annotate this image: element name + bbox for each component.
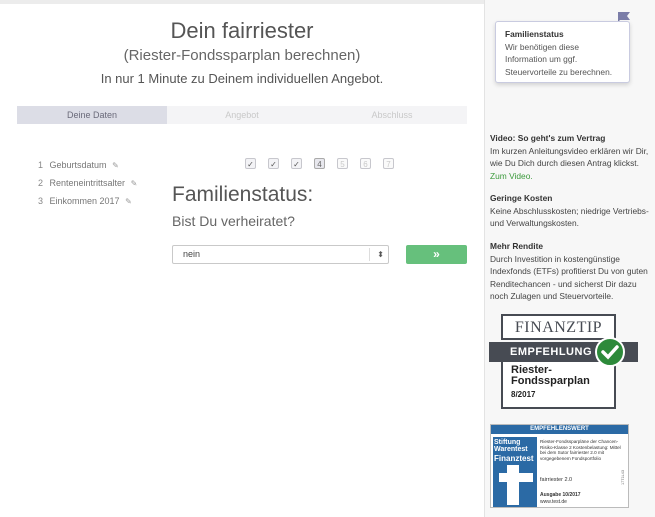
select-divider [369, 248, 370, 261]
step-indicators: ✓ ✓ ✓ 4 5 6 7 [245, 158, 406, 169]
logo-line2: Warentest [494, 446, 528, 453]
double-chevron-right-icon: » [433, 247, 440, 261]
warentest-url: www.test.de [540, 499, 567, 505]
tooltip-text: Wir benötigen diese Information um ggf. … [505, 41, 613, 77]
warentest-product: fairriester 2.0 [540, 477, 573, 483]
warentest-header: EMPFEHLENSWERT [491, 425, 628, 434]
pencil-icon[interactable]: ✎ [131, 179, 138, 188]
step-indicator-3: ✓ [291, 158, 302, 169]
return-section: Mehr Rendite Durch Investition in kosten… [490, 240, 650, 303]
step-label: Renteneintrittsalter [49, 178, 126, 188]
marital-status-select[interactable]: nein ⬍ [172, 245, 389, 264]
video-link[interactable]: Zum Video. [490, 171, 533, 181]
video-section: Video: So geht's zum Vertrag Im kurzen A… [490, 132, 650, 182]
completed-steps-list: 1 Geburtsdatum ✎ 2 Renteneintrittsalter … [38, 156, 137, 210]
step-indicator-4: 4 [314, 158, 325, 169]
tab-abschluss[interactable]: Abschluss [317, 106, 467, 124]
pencil-icon[interactable]: ✎ [125, 197, 132, 206]
completed-step[interactable]: 2 Renteneintrittsalter ✎ [38, 174, 137, 192]
warentest-logo: Stiftung Warentest Finanztest [493, 437, 537, 507]
progress-tabs: Deine Daten Angebot Abschluss [17, 106, 467, 124]
page-title: Dein fairriester [170, 18, 314, 43]
step-number: 2 [38, 178, 44, 188]
step-number: 1 [38, 160, 44, 170]
step-indicator-7: 7 [383, 158, 394, 169]
warentest-badge: EMPFEHLENSWERT Stiftung Warentest Finanz… [490, 424, 629, 508]
step-indicator-2: ✓ [268, 158, 279, 169]
check-circle-icon [595, 337, 625, 367]
return-text: Durch Investition in kostengünstige Inde… [490, 253, 648, 302]
badge-date: 8/2017 [511, 390, 536, 399]
step-indicator-5: 5 [337, 158, 348, 169]
completed-step[interactable]: 3 Einkommen 2017 ✎ [38, 192, 137, 210]
tooltip-title: Familienstatus [505, 29, 564, 39]
warentest-code: 17T1L43 [621, 470, 625, 485]
updown-arrows-icon[interactable]: ⬍ [377, 246, 384, 263]
return-heading: Mehr Rendite [490, 241, 544, 251]
step-number: 3 [38, 196, 44, 206]
warentest-issue: Ausgabe 10/2017 [540, 492, 581, 498]
warentest-description: Riester-Fondssparpläne der Chancen-Risik… [540, 439, 621, 461]
page-subtitle: (Riester-Fondssparplan berechnen) [123, 47, 361, 64]
next-button[interactable]: » [406, 245, 467, 264]
step-label: Einkommen 2017 [49, 196, 120, 206]
page-tagline: In nur 1 Minute zu Deinem individuellen … [100, 71, 384, 86]
grade-one-bar [499, 473, 533, 482]
grade-one-icon [507, 465, 519, 505]
step-label: Geburtsdatum [49, 160, 107, 170]
logo-line1: Stiftung [494, 439, 521, 446]
video-text: Im kurzen Anleitungsvideo erklären wir D… [490, 145, 649, 169]
video-heading: Video: So geht's zum Vertrag [490, 133, 606, 143]
finanztip-badge: FINANZTIP EMPFEHLUNG Riester- Fondssparp… [489, 314, 638, 410]
ribbon-label: EMPFEHLUNG [510, 346, 592, 358]
info-tooltip: Familienstatus Wir benötigen diese Infor… [495, 21, 630, 83]
pencil-icon[interactable]: ✎ [112, 161, 119, 170]
badge-line2: Fondssparplan [511, 375, 590, 387]
tab-angebot[interactable]: Angebot [167, 106, 317, 124]
step-indicator-6: 6 [360, 158, 371, 169]
finanztip-logo: FINANZTIP [501, 314, 616, 340]
question-subtitle: Bist Du verheiratet? [172, 213, 295, 229]
costs-heading: Geringe Kosten [490, 193, 553, 203]
select-value: nein [183, 249, 201, 259]
finanztip-body: Riester- Fondssparplan 8/2017 [501, 362, 616, 409]
main-content: Dein fairriester (Riester-Fondssparplan … [0, 0, 484, 517]
completed-step[interactable]: 1 Geburtsdatum ✎ [38, 156, 137, 174]
tab-deine-daten[interactable]: Deine Daten [17, 106, 167, 124]
step-indicator-1: ✓ [245, 158, 256, 169]
question-title: Familienstatus: [172, 183, 314, 206]
costs-text: Keine Abschlusskosten; niedrige Vertrieb… [490, 205, 649, 229]
costs-section: Geringe Kosten Keine Abschlusskosten; ni… [490, 192, 650, 230]
logo-line3: Finanztest [494, 454, 534, 463]
